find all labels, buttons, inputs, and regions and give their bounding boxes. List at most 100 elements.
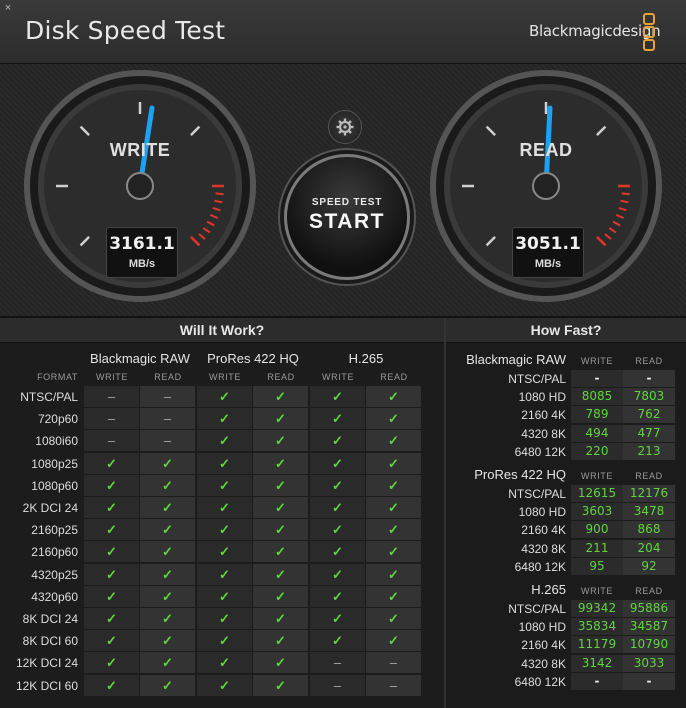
write-speed-unit: MB/s	[128, 258, 156, 270]
checkmark-icon: ✓	[84, 563, 139, 585]
checkmark-icon: ✓	[197, 541, 252, 563]
checkmark-icon: ✓	[310, 430, 365, 452]
checkmark-icon: ✓	[366, 430, 421, 452]
checkmark-icon: ✓	[310, 630, 365, 652]
braw-write-header: WRITE	[96, 372, 128, 382]
how-fast-write-value: 99342	[571, 600, 623, 617]
checkmark-icon: ✓	[310, 408, 365, 430]
how-fast-read-value: 3033	[623, 654, 675, 672]
how-fast-row: NTSC/PAL 99342 95886	[446, 600, 686, 618]
work-table-row: 8K DCI 24 ✓ ✓ ✓ ✓ ✓ ✓	[0, 608, 424, 630]
write-gauge-label: WRITE	[109, 140, 171, 160]
how-fast-write-value: 11179	[571, 636, 623, 654]
checkmark-icon: ✓	[366, 541, 421, 563]
how-fast-read-value: 213	[623, 442, 675, 460]
how-fast-write-header: WRITE	[581, 356, 613, 366]
how-fast-row-format: 2160 4K	[521, 408, 566, 423]
dash-icon: –	[366, 674, 421, 696]
brand-name: Blackmagicdesign	[529, 22, 661, 40]
how-fast-row: 2160 4K 789 762	[446, 406, 686, 424]
checkmark-icon: ✓	[253, 474, 308, 496]
checkmark-icon: ✓	[197, 563, 252, 585]
work-table-row: 1080p25 ✓ ✓ ✓ ✓ ✓ ✓	[0, 452, 424, 475]
write-readout: 3161.1 MB/s	[106, 227, 178, 278]
checkmark-icon: ✓	[366, 452, 421, 474]
checkmark-icon: ✓	[366, 585, 421, 607]
how-fast-row: 4320 8K 3142 3033	[446, 654, 686, 673]
will-it-work-panel: Will It Work? Blackmagic RAW ProRes 422 …	[0, 318, 444, 708]
work-table-row: 2K DCI 24 ✓ ✓ ✓ ✓ ✓ ✓	[0, 497, 424, 519]
codec-header-braw: Blackmagic RAW	[90, 351, 190, 366]
how-fast-read-value: -	[623, 370, 675, 387]
write-speed-value: 3161.1	[109, 234, 175, 254]
dash-icon: –	[140, 386, 195, 407]
how-fast-write-value: 35834	[571, 618, 623, 636]
checkmark-icon: ✓	[140, 497, 195, 518]
how-fast-write-value: 789	[571, 406, 623, 424]
work-row-format: 8K DCI 60	[22, 634, 78, 649]
how-fast-row: 6480 12K 95 92	[446, 557, 686, 576]
checkmark-icon: ✓	[366, 608, 421, 629]
work-row-format: 1080p25	[31, 456, 78, 471]
checkmark-icon: ✓	[253, 386, 308, 407]
how-fast-write-value: 900	[571, 521, 623, 539]
work-table-row: 2160p25 ✓ ✓ ✓ ✓ ✓ ✓	[0, 519, 424, 541]
checkmark-icon: ✓	[366, 386, 421, 407]
speed-test-start-button[interactable]: SPEED TEST START	[284, 154, 410, 280]
checkmark-icon: ✓	[197, 630, 252, 652]
how-fast-read-header: READ	[635, 586, 663, 596]
checkmark-icon: ✓	[140, 519, 195, 541]
close-icon[interactable]: ×	[2, 2, 14, 14]
checkmark-icon: ✓	[140, 563, 195, 585]
dash-icon: –	[366, 652, 421, 674]
checkmark-icon: ✓	[140, 608, 195, 629]
checkmark-icon: ✓	[197, 497, 252, 518]
app-title: Disk Speed Test	[25, 16, 226, 45]
checkmark-icon: ✓	[140, 674, 195, 696]
how-fast-row: 2160 4K 11179 10790	[446, 636, 686, 654]
work-table-row: 1080i60– – ✓ ✓ ✓ ✓	[0, 430, 424, 452]
read-gauge-label: READ	[519, 140, 573, 160]
checkmark-icon: ✓	[140, 541, 195, 563]
work-row-format: 2160p25	[31, 523, 78, 538]
prores-read-header: READ	[267, 372, 295, 382]
start-button-subtitle: SPEED TEST	[311, 197, 383, 208]
checkmark-icon: ✓	[197, 608, 252, 629]
read-readout: 3051.1 MB/s	[512, 227, 584, 278]
checkmark-icon: ✓	[197, 674, 252, 696]
format-column-header: FORMAT	[37, 372, 78, 382]
checkmark-icon: ✓	[310, 585, 365, 607]
how-fast-write-value: 220	[571, 442, 623, 460]
how-fast-row-format: 1080 HD	[518, 505, 566, 520]
work-row-format: 12K DCI 60	[15, 678, 78, 693]
will-it-work-title: Will It Work?	[0, 318, 444, 343]
how-fast-title: How Fast?	[446, 318, 686, 343]
work-table-row: 1080p60 ✓ ✓ ✓ ✓ ✓ ✓	[0, 474, 424, 497]
checkmark-icon: ✓	[253, 408, 308, 430]
checkmark-icon: ✓	[140, 585, 195, 607]
how-fast-panel: How Fast? Blackmagic RAW WRITE READ NTSC/PA…	[446, 318, 686, 708]
checkmark-icon: ✓	[84, 608, 139, 629]
how-fast-row-format: 6480 12K	[514, 559, 566, 574]
checkmark-icon: ✓	[310, 474, 365, 496]
how-fast-row-format: 6480 12K	[514, 674, 566, 689]
checkmark-icon: ✓	[84, 519, 139, 541]
read-speed-unit: MB/s	[534, 258, 562, 270]
dash-icon: –	[84, 408, 139, 430]
checkmark-icon: ✓	[366, 497, 421, 518]
how-fast-read-value: 92	[623, 557, 675, 575]
checkmark-icon: ✓	[140, 452, 195, 474]
checkmark-icon: ✓	[310, 563, 365, 585]
settings-button[interactable]	[328, 110, 362, 144]
work-row-format: 720p60	[37, 412, 78, 427]
how-fast-write-value: 3142	[571, 654, 623, 672]
checkmark-icon: ✓	[197, 452, 252, 474]
how-fast-write-value: -	[571, 672, 623, 690]
checkmark-icon: ✓	[253, 541, 308, 563]
read-gauge: READ 3051.1 MB/s	[428, 68, 664, 304]
how-fast-codec-title: ProRes 422 HQ	[474, 467, 566, 482]
work-table-row: 12K DCI 24 ✓ ✓ ✓ ✓ – –	[0, 652, 424, 674]
how-fast-read-value: 34587	[623, 618, 675, 636]
how-fast-row: NTSC/PAL 12615 12176	[446, 485, 686, 503]
checkmark-icon: ✓	[197, 386, 252, 407]
